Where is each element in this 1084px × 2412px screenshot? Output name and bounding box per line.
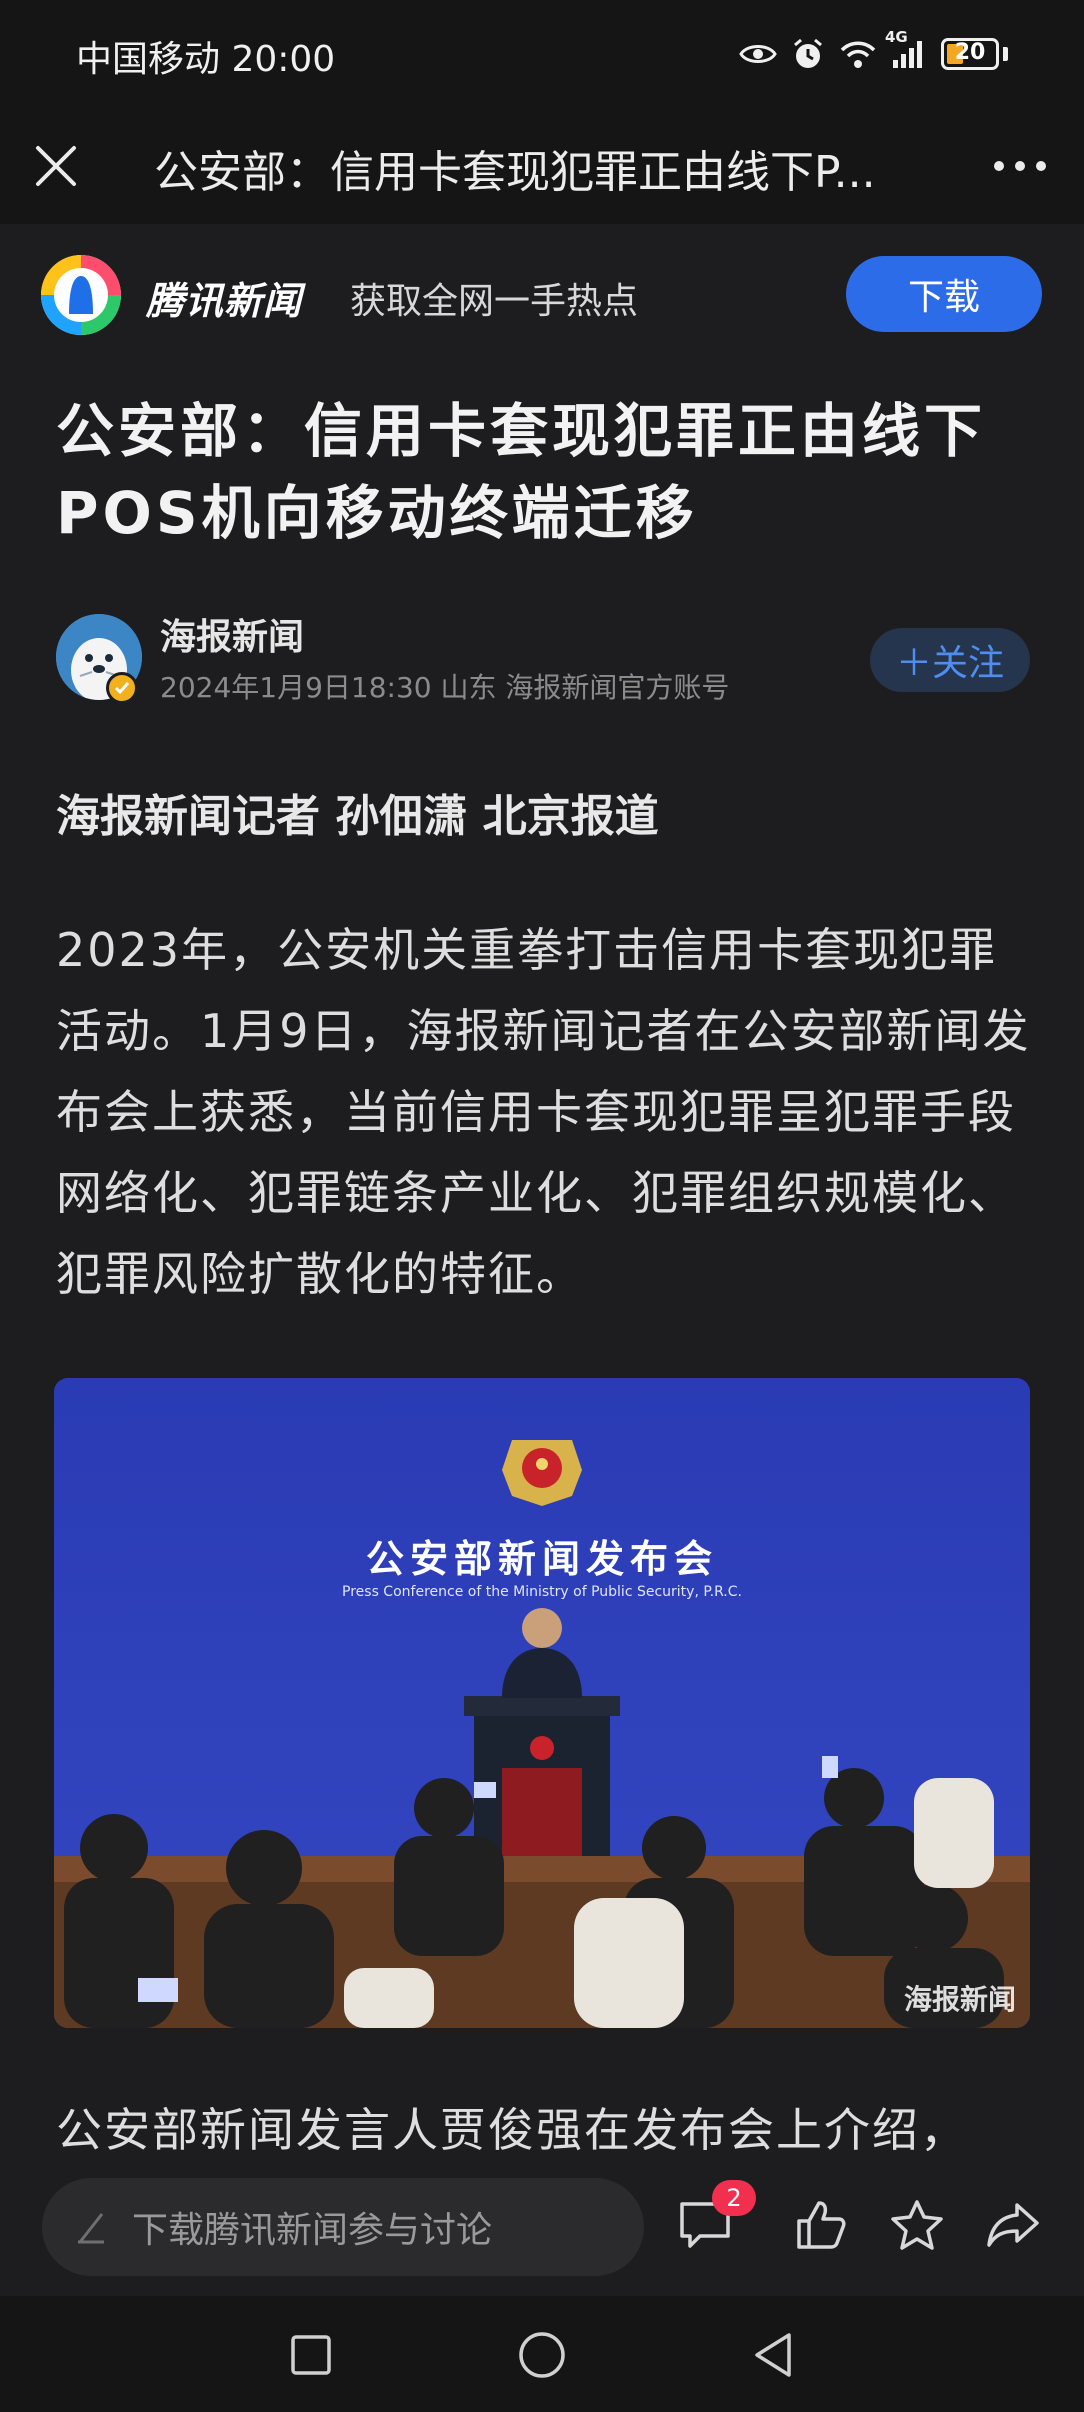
photo-watermark: 海报新闻 (903, 1983, 1016, 2016)
author-meta: 2024年1月9日18:30 山东 海报新闻官方账号 (160, 671, 730, 704)
like-icon (797, 2201, 846, 2249)
status-icons: 4G 20 (739, 28, 1008, 78)
share-icon (987, 2203, 1039, 2247)
page-title: 公安部：信用卡套现犯罪正由线下P... (154, 147, 876, 198)
author-name[interactable]: 海报新闻 (160, 608, 304, 660)
wifi-icon (839, 39, 877, 69)
author-row: 海报新闻 2024年1月9日18:30 山东 海报新闻官方账号 ＋关注 (0, 604, 1084, 724)
article-paragraph: 2023年，公安机关重拳打击信用卡套现犯罪活动。1月9日，海报新闻记者在公安部新… (56, 923, 1031, 1301)
star-icon (891, 2200, 943, 2250)
tencent-news-logo (40, 254, 122, 336)
status-bar: 中国移动 20:00 4G 20 (0, 0, 1084, 108)
battery-icon: 20 (941, 38, 999, 70)
system-nav-bar (0, 2296, 1084, 2412)
comment-placeholder: 下载腾讯新闻参与讨论 (132, 2210, 493, 2251)
page: 中国移动 20:00 4G 20 公安部：信用卡套现犯罪正由线下P... 腾讯新… (0, 0, 1084, 2412)
more-icon (994, 161, 1046, 171)
carrier-time: 中国移动 20:00 (76, 39, 336, 80)
eye-icon (739, 41, 777, 67)
comment-input[interactable]: 下载腾讯新闻参与讨论 (42, 2178, 644, 2276)
download-button[interactable]: 下载 (846, 256, 1042, 332)
promo-slogan: 获取全网一手热点 (350, 281, 639, 322)
comment-count-badge: 2 (712, 2180, 756, 2216)
like-button[interactable] (786, 2190, 856, 2260)
signal-icon: 4G (885, 28, 927, 70)
share-button[interactable] (978, 2190, 1048, 2260)
photo-backdrop-subtitle: Press Conference of the Ministry of Publ… (342, 1584, 742, 1600)
battery-level: 20 (954, 40, 986, 65)
article-byline: 海报新闻记者 孙佃潇 北京报道 (56, 791, 659, 842)
back-button[interactable] (738, 2320, 808, 2390)
recent-apps-icon (291, 2335, 331, 2375)
favorite-button[interactable] (882, 2190, 952, 2260)
app-promo-banner: 腾讯新闻 获取全网一手热点 下载 (0, 224, 1084, 364)
home-icon (519, 2332, 565, 2378)
follow-button[interactable]: ＋关注 (870, 628, 1030, 692)
home-button[interactable] (507, 2320, 577, 2390)
photo-backdrop-title: 公安部新闻发布会 (365, 1537, 718, 1581)
article-photo[interactable]: 公安部新闻发布会 Press Conference of the Ministr… (54, 1378, 1030, 2028)
close-icon (36, 146, 76, 186)
back-icon (755, 2333, 791, 2377)
alarm-icon (791, 37, 825, 71)
promo-brand: 腾讯新闻 (146, 279, 303, 323)
more-button[interactable] (990, 144, 1050, 188)
article-paragraph: 公安部新闻发言人贾俊强在发布会上介绍， (56, 2103, 968, 2157)
verified-badge-icon (106, 672, 138, 704)
pen-icon (78, 2213, 104, 2244)
action-bar: 下载腾讯新闻参与讨论 2 (0, 2166, 1084, 2296)
close-button[interactable] (28, 132, 84, 200)
recent-apps-button[interactable] (276, 2320, 346, 2390)
network-label: 4G (885, 28, 908, 46)
title-bar: 公安部：信用卡套现犯罪正由线下P... (0, 108, 1084, 224)
article-headline: 公安部：信用卡套现犯罪正由线下POS机向移动终端迁移 (56, 397, 987, 547)
